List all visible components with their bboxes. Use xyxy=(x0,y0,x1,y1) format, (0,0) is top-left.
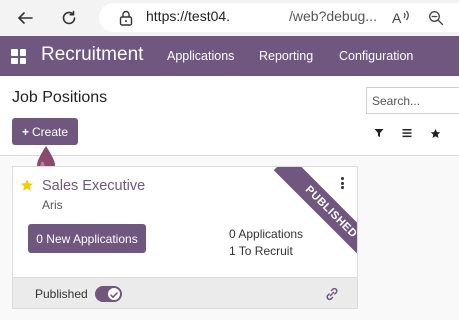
url-path-text: /web?debug... xyxy=(289,8,377,24)
to-recruit-count: 1 To Recruit xyxy=(229,244,293,258)
search-input[interactable]: Search... xyxy=(366,87,459,114)
favorite-star-icon[interactable] xyxy=(20,178,34,192)
zoom-icon[interactable] xyxy=(426,8,446,28)
ribbon-label: PUBLISHED xyxy=(302,183,358,241)
create-button[interactable]: + Create xyxy=(12,118,78,145)
back-arrow-icon[interactable] xyxy=(12,5,38,31)
create-button-label: Create xyxy=(31,124,69,139)
card-dropdown-icon[interactable] xyxy=(339,177,345,191)
plus-icon: + xyxy=(21,124,29,139)
published-label: Published xyxy=(35,287,88,301)
app-name[interactable]: Recruitment xyxy=(41,44,143,66)
job-title[interactable]: Sales Executive xyxy=(42,178,145,194)
link-icon[interactable] xyxy=(324,286,340,302)
url-host-text: https://test04. xyxy=(146,8,231,24)
page-title: Job Positions xyxy=(12,89,108,106)
apps-menu-icon[interactable] xyxy=(11,49,27,65)
app-navbar: Recruitment Applications Reporting Confi… xyxy=(0,36,459,76)
menu-reporting[interactable]: Reporting xyxy=(259,49,313,63)
control-panel: Job Positions + Create Search... xyxy=(0,76,459,156)
card-footer: Published xyxy=(13,277,357,308)
new-applications-button[interactable]: 0 New Applications xyxy=(28,224,146,253)
group-by-icon[interactable] xyxy=(396,122,418,144)
job-position-card[interactable]: Sales Executive Aris 0 New Applications … xyxy=(12,166,358,309)
menu-applications[interactable]: Applications xyxy=(167,49,234,63)
reload-icon[interactable] xyxy=(56,5,82,31)
applications-count[interactable]: 0 Applications xyxy=(229,227,303,241)
toggle-check-icon xyxy=(108,288,120,300)
menu-configuration[interactable]: Configuration xyxy=(339,49,413,63)
browser-toolbar: https://test04. /web?debug... A xyxy=(0,0,459,36)
read-aloud-icon[interactable]: A xyxy=(392,8,412,28)
svg-text:A: A xyxy=(392,10,402,26)
filter-icon[interactable] xyxy=(368,122,390,144)
lock-icon[interactable] xyxy=(118,9,134,27)
favorites-icon[interactable] xyxy=(424,122,446,144)
company-name: Aris xyxy=(42,198,63,212)
published-toggle[interactable] xyxy=(95,286,122,302)
